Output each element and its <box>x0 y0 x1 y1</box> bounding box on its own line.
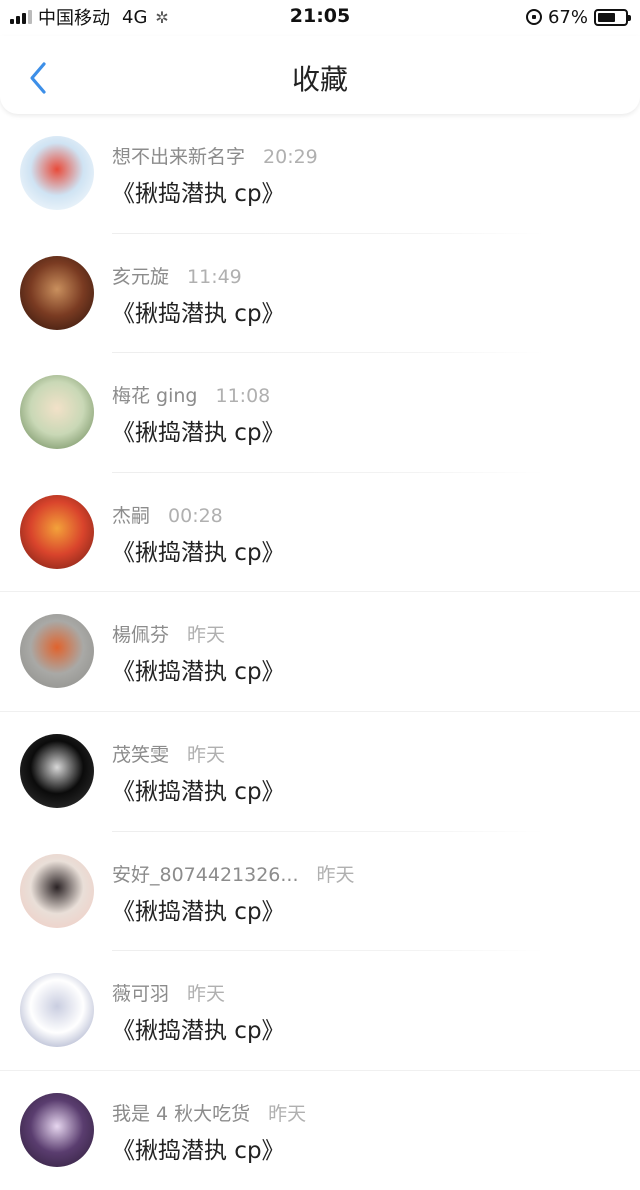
item-title: 《揪捣潜执 cp》 <box>112 300 285 327</box>
item-title: 《揪捣潜执 cp》 <box>112 539 285 566</box>
timestamp: 昨天 <box>316 863 355 886</box>
user-name: 想不出来新名字 <box>112 146 246 168</box>
list-item[interactable]: 茂笑雯 昨天 《揪捣潜执 cp》 <box>0 712 640 832</box>
item-title: 《揪捣潜执 cp》 <box>112 1137 285 1164</box>
item-title: 《揪捣潜执 cp》 <box>112 181 285 207</box>
list-item[interactable]: 想不出来新名字 20:29 《揪捣潜执 cp》 <box>0 114 640 234</box>
favorites-list: 想不出来新名字 20:29 《揪捣潜执 cp》 亥元旋 11:49 《揪捣潜执 cp… <box>0 114 640 1190</box>
avatar[interactable] <box>20 136 94 210</box>
battery-percent: 67% <box>547 6 588 28</box>
timestamp: 11:08 <box>215 385 271 408</box>
user-name: 梅花 ging <box>112 385 198 408</box>
list-item[interactable]: 薇可羽 昨天 《揪捣潜执 cp》 <box>0 951 640 1071</box>
user-name: 薇可羽 <box>112 983 170 1006</box>
timestamp: 昨天 <box>187 624 226 647</box>
user-name: 我是 4 秋大吃货 <box>112 1102 251 1125</box>
battery-icon <box>594 8 631 26</box>
user-name: 杰嗣 <box>112 504 151 527</box>
avatar[interactable] <box>20 494 94 569</box>
status-bar: 中国移动 4G ✲ 21:05 67% <box>0 0 640 36</box>
item-title: 《揪捣潜执 cp》 <box>112 1018 285 1045</box>
user-name: 安好_8074421326... <box>112 863 299 886</box>
user-name: 亥元旋 <box>112 265 170 288</box>
item-title: 《揪捣潜执 cp》 <box>112 420 285 447</box>
item-title: 《揪捣潜执 cp》 <box>112 778 285 805</box>
timestamp: 00:28 <box>168 504 223 527</box>
avatar[interactable] <box>20 1092 94 1167</box>
item-title: 《揪捣潜执 cp》 <box>112 898 285 925</box>
avatar[interactable] <box>20 255 94 330</box>
page-title: 收藏 <box>291 63 348 96</box>
timestamp: 昨天 <box>268 1102 307 1125</box>
avatar[interactable] <box>20 853 94 928</box>
user-name: 楊佩芬 <box>112 624 170 647</box>
list-item[interactable]: 杰嗣 00:28 《揪捣潜执 cp》 <box>0 473 640 593</box>
list-item[interactable]: 我是 4 秋大吃货 昨天 《揪捣潜执 cp》 <box>0 1071 640 1190</box>
nav-bar: 收藏 <box>0 36 640 114</box>
user-name: 茂笑雯 <box>112 743 170 766</box>
avatar[interactable] <box>20 973 94 1048</box>
item-title: 《揪捣潜执 cp》 <box>112 659 285 686</box>
avatar[interactable] <box>20 614 94 689</box>
list-item[interactable]: 楊佩芬 昨天 《揪捣潜执 cp》 <box>0 592 640 712</box>
timestamp: 11:49 <box>187 265 242 288</box>
list-item[interactable]: 梅花 ging 11:08 《揪捣潜执 cp》 <box>0 353 640 473</box>
avatar[interactable] <box>20 375 94 450</box>
timestamp: 昨天 <box>187 743 226 766</box>
list-item[interactable]: 亥元旋 11:49 《揪捣潜执 cp》 <box>0 234 640 354</box>
avatar[interactable] <box>20 733 94 808</box>
timestamp: 20:29 <box>263 146 318 168</box>
timestamp: 昨天 <box>187 983 226 1006</box>
list-item[interactable]: 安好_8074421326... 昨天 《揪捣潜执 cp》 <box>0 832 640 952</box>
rotation-lock-icon <box>525 9 542 25</box>
